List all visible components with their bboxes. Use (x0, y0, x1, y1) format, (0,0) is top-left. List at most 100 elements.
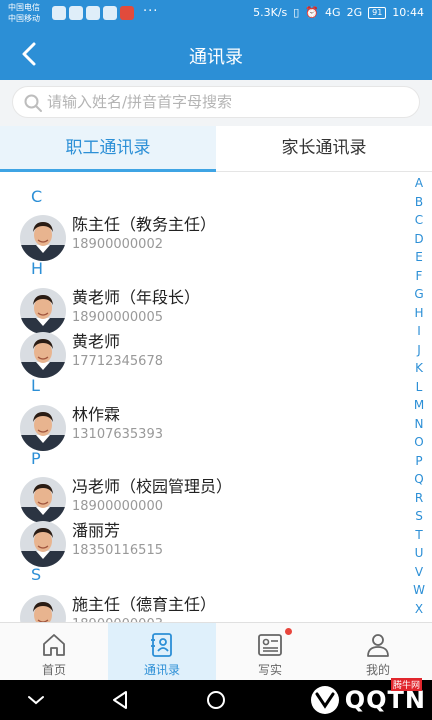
index-letter[interactable]: A (408, 174, 430, 193)
carrier-1: 中国电信 (8, 3, 40, 12)
network-speed: 5.3K/s (253, 6, 288, 19)
more-notifications-icon: ··· (143, 4, 159, 19)
nav-label: 首页 (41, 663, 66, 677)
index-letter[interactable]: W (408, 581, 430, 600)
avatar (20, 332, 66, 378)
search-box[interactable] (12, 86, 420, 118)
index-letter[interactable]: P (408, 452, 430, 471)
bottom-nav: 首页 通讯录 写实 我的 (0, 622, 432, 680)
contact-phone: 18900000005 (72, 310, 163, 325)
index-letter[interactable]: K (408, 359, 430, 378)
page-title: 通讯录 (189, 47, 243, 68)
contact-phone: 17712345678 (72, 354, 163, 369)
contact-tabs: 职工通讯录 家长通讯录 (0, 126, 432, 172)
section-letter: P (31, 449, 41, 468)
contact-item[interactable]: 施主任（德育主任） 18900000003 (0, 591, 404, 622)
avatar (20, 521, 66, 567)
index-letter[interactable]: L (408, 378, 430, 397)
record-card-icon (258, 634, 282, 656)
nav-home[interactable]: 首页 (0, 623, 108, 680)
section-letter: C (31, 187, 43, 206)
home-circle-icon[interactable] (204, 688, 228, 712)
tab-staff-contacts[interactable]: 职工通讯录 (0, 126, 216, 172)
app-notification-icon (86, 6, 100, 20)
contact-item[interactable]: 黄老师 17712345678 (0, 328, 404, 378)
carrier-info: 中国电信 中国移动 (8, 2, 40, 24)
contact-name: 黄老师 (72, 332, 121, 351)
tab-parent-contacts[interactable]: 家长通讯录 (216, 126, 432, 171)
index-letter[interactable]: V (408, 563, 430, 582)
contact-name: 黄老师（年段长） (72, 288, 201, 307)
index-letter[interactable]: C (408, 211, 430, 230)
contacts-icon (151, 633, 172, 657)
status-indicators: 5.3K/s ▯ ⏰ 4G 2G 91 10:44 (253, 6, 424, 19)
search-input[interactable] (47, 87, 407, 117)
signal-2g: 2G (346, 6, 363, 19)
contact-name: 潘丽芳 (72, 521, 121, 540)
nav-record[interactable]: 写实 (216, 623, 324, 680)
contact-list[interactable]: C 陈主任（教务主任） 18900000002 H 黄老师（年段长） 18900… (0, 173, 404, 622)
contact-item[interactable]: 潘丽芳 18350116515 (0, 517, 404, 567)
battery-icon: 91 (368, 6, 387, 19)
nav-label: 我的 (365, 663, 390, 677)
index-letter[interactable]: F (408, 267, 430, 286)
vibrate-icon: ▯ (293, 6, 300, 19)
index-letter[interactable]: G (408, 285, 430, 304)
index-letter[interactable]: J (408, 341, 430, 360)
index-letter[interactable]: D (408, 230, 430, 249)
watermark-logo (310, 686, 339, 714)
carrier-2: 中国移动 (8, 14, 40, 23)
index-letter[interactable]: Q (408, 470, 430, 489)
index-letter[interactable]: T (408, 526, 430, 545)
contact-name: 陈主任（教务主任） (72, 215, 217, 234)
index-letter[interactable]: R (408, 489, 430, 508)
alarm-icon: ⏰ (305, 6, 320, 19)
nav-label: 通讯录 (143, 663, 180, 677)
index-letter[interactable]: X (408, 600, 430, 619)
contact-item[interactable]: 黄老师（年段长） 18900000005 (0, 284, 404, 334)
message-notification-icon (103, 6, 117, 20)
app-notification-icon (52, 6, 66, 20)
index-letter[interactable]: N (408, 415, 430, 434)
contact-name: 施主任（德育主任） (72, 595, 217, 614)
section-letter: S (31, 565, 42, 584)
index-letter[interactable]: S (408, 507, 430, 526)
index-letter[interactable]: H (408, 304, 430, 323)
nav-contacts[interactable]: 通讯录 (108, 623, 216, 680)
nav-label: 写实 (257, 663, 282, 677)
status-bar: 中国电信 中国移动 ··· 5.3K/s ▯ ⏰ 4G 2G 91 10:44 (0, 0, 432, 28)
user-icon (367, 634, 389, 657)
search-icon (24, 94, 42, 112)
app-notification-icon (69, 6, 83, 20)
watermark: QQTN 腾牛网 (309, 678, 426, 716)
contact-name: 冯老师（校园管理员） (72, 477, 233, 496)
index-letter[interactable]: U (408, 544, 430, 563)
alphabet-index-bar[interactable]: ABCDEFGHIJKLMNOPQRSTUVWX (408, 174, 430, 622)
contact-item[interactable]: 林作霖 13107635393 (0, 401, 404, 451)
index-letter[interactable]: B (408, 193, 430, 212)
search-area (0, 80, 432, 126)
avatar (20, 595, 66, 622)
index-letter[interactable]: E (408, 248, 430, 267)
app-notification-icon (120, 6, 134, 20)
contact-phone: 18900000002 (72, 237, 163, 252)
chevron-down-icon[interactable] (24, 688, 48, 712)
contact-phone: 18900000000 (72, 499, 163, 514)
section-letter: L (31, 376, 40, 395)
index-letter[interactable]: O (408, 433, 430, 452)
app-header: 通讯录 (0, 28, 432, 80)
notification-icons (52, 6, 134, 20)
section-letter: H (31, 259, 44, 278)
signal-4g: 4G (325, 6, 341, 19)
nav-mine[interactable]: 我的 (324, 623, 432, 680)
watermark-tag: 腾牛网 (390, 678, 422, 691)
home-icon (43, 634, 65, 656)
contact-phone: 18350116515 (72, 543, 163, 558)
index-letter[interactable]: M (408, 396, 430, 415)
contact-name: 林作霖 (72, 405, 121, 424)
index-letter[interactable]: I (408, 322, 430, 341)
system-nav-bar: QQTN 腾牛网 (0, 678, 432, 720)
contact-item[interactable]: 陈主任（教务主任） 18900000002 (0, 211, 404, 261)
contact-item[interactable]: 冯老师（校园管理员） 18900000000 (0, 473, 404, 523)
back-triangle-icon[interactable] (108, 688, 132, 712)
